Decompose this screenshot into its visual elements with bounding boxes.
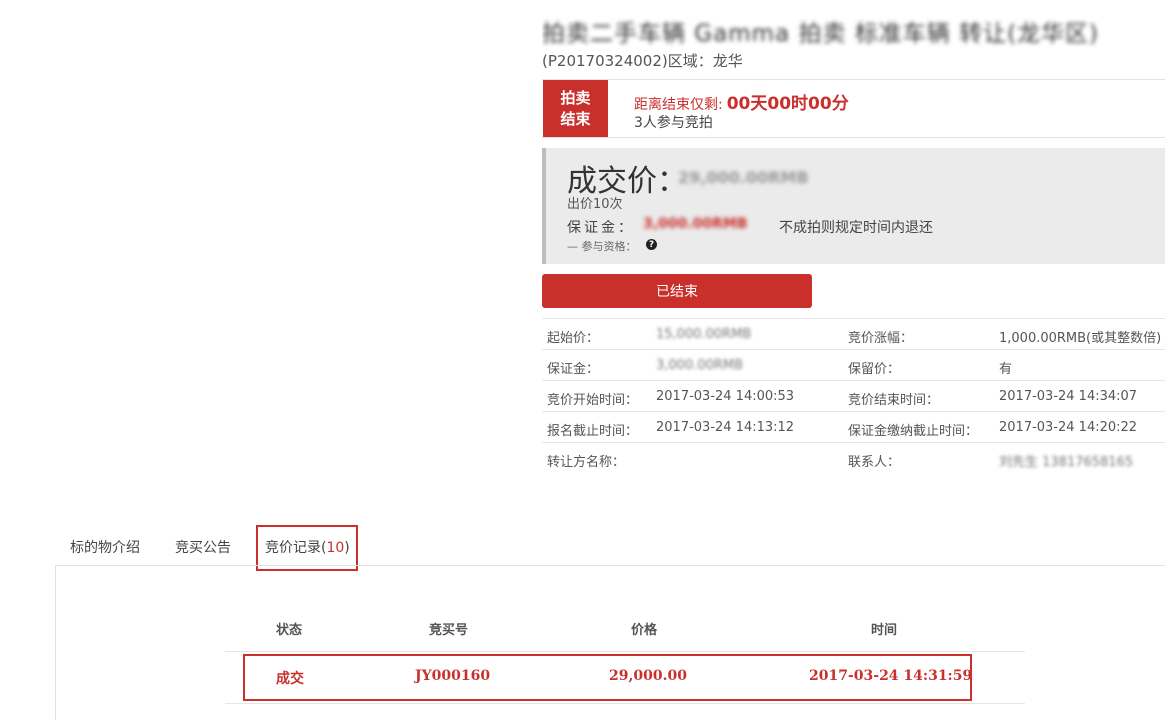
tab-divider: [55, 565, 1165, 566]
info-label: 竞价涨幅：: [848, 331, 914, 346]
info-value: 有: [999, 362, 1013, 377]
deal-price-value: 29,000.00RMB: [678, 168, 809, 187]
info-label: 保证金：: [547, 362, 600, 377]
record-price: 29,000.00: [609, 668, 687, 684]
info-value: 2017-03-24 14:13:12: [656, 420, 795, 435]
auction-ended-button[interactable]: 已结束: [542, 274, 812, 308]
info-label: 保留价：: [848, 362, 901, 377]
countdown-value: 00天00时00分: [726, 94, 849, 114]
deposit-refund-note: 不成拍则规定时间内退还: [779, 220, 933, 236]
column-header-status: 状态: [276, 623, 303, 638]
info-value: 2017-03-24 14:34:07: [999, 389, 1138, 404]
record-bidder: JY000160: [415, 668, 491, 684]
info-row-start-price: 起始价： 15,000.00RMB 竞价涨幅： 1,000.00RMB(或其整数…: [542, 318, 1165, 349]
info-value: 刘先生 13817658165: [999, 455, 1134, 470]
countdown-label: 距离结束仅剩:: [634, 97, 723, 113]
info-row-contact: 转让方名称： 联系人： 刘先生 13817658165: [542, 442, 1165, 473]
info-label: 起始价：: [547, 331, 600, 346]
info-value: 1,000.00RMB(或其整数倍): [999, 331, 1162, 346]
tab-count: 10: [326, 540, 345, 556]
tab-bid-records[interactable]: 竞价记录(10): [265, 537, 350, 557]
info-label: 竞价结束时间：: [848, 393, 940, 408]
info-value: 3,000.00RMB: [656, 358, 744, 373]
info-value: 15,000.00RMB: [656, 327, 752, 342]
divider: [542, 137, 1165, 138]
auction-info-table: 起始价： 15,000.00RMB 竞价涨幅： 1,000.00RMB(或其整数…: [542, 318, 1165, 473]
participant-count: 3人参与竞拍: [634, 115, 713, 131]
deposit-label: 保证金：: [567, 220, 635, 236]
auction-status-badge: 拍卖结束: [543, 80, 608, 137]
record-time: 2017-03-24 14:31:59: [809, 668, 973, 684]
info-label: 转让方名称：: [547, 455, 626, 470]
status-badge-label: 拍卖结束: [560, 88, 591, 128]
record-status: 成交: [276, 671, 304, 687]
column-header-time: 时间: [871, 623, 898, 638]
column-header-price: 价格: [631, 623, 658, 638]
question-circle-icon[interactable]: ?: [646, 239, 657, 250]
tab-label: 竞价记录(: [265, 540, 327, 556]
info-value: 2017-03-24 14:20:22: [999, 420, 1138, 435]
divider: [542, 79, 1165, 80]
tab-label-close: ): [344, 540, 350, 556]
info-label: 竞价开始时间：: [547, 393, 639, 408]
table-divider: [225, 651, 1025, 652]
info-label: 保证金缴纳截止时间：: [848, 424, 979, 439]
content-border: [55, 565, 56, 720]
tab-bid-announcement[interactable]: 竞买公告: [175, 537, 231, 557]
info-row-bid-times: 竞价开始时间： 2017-03-24 14:00:53 竞价结束时间： 2017…: [542, 380, 1165, 411]
tab-item-intro[interactable]: 标的物介绍: [70, 537, 140, 557]
info-row-deadlines: 报名截止时间： 2017-03-24 14:13:12 保证金缴纳截止时间： 2…: [542, 411, 1165, 442]
info-label: 报名截止时间：: [547, 424, 639, 439]
column-header-bidder: 竞买号: [429, 623, 469, 638]
bid-count: 出价10次: [567, 197, 623, 212]
page-title: 拍卖二手车辆 Gamma 拍卖 标准车辆 转让(龙华区): [542, 21, 1100, 47]
info-label: 联系人：: [848, 455, 901, 470]
deposit-value: 3,000.00RMB: [643, 216, 748, 232]
info-row-deposit: 保证金： 3,000.00RMB 保留价： 有: [542, 349, 1165, 380]
countdown: 距离结束仅剩: 00天00时00分: [634, 89, 849, 114]
qualification-label: — 参与资格：: [567, 240, 637, 253]
item-code-region: (P20170324002)区域：龙华: [542, 52, 743, 70]
table-divider: [225, 703, 1025, 704]
info-value: 2017-03-24 14:00:53: [656, 389, 795, 404]
